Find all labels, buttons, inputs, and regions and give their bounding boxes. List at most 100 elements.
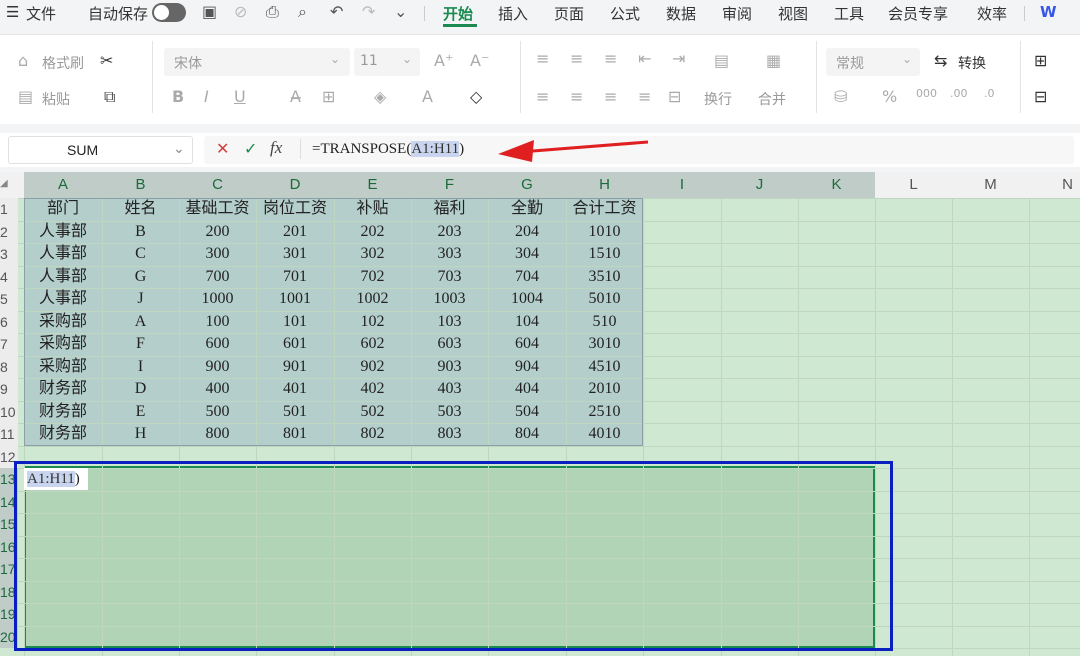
wps-ai-logo[interactable]: W: [1040, 3, 1057, 21]
tab-review[interactable]: 审阅: [722, 3, 752, 24]
row-header[interactable]: 11: [0, 423, 18, 446]
conditional-format-icon[interactable]: ⊞: [1034, 51, 1047, 70]
row-header[interactable]: 7: [0, 333, 18, 356]
table-cell[interactable]: 400: [179, 378, 256, 401]
table-cell[interactable]: 102: [334, 311, 411, 334]
table-cell[interactable]: 200: [179, 221, 256, 244]
table-cell[interactable]: 403: [411, 378, 488, 401]
table-cell[interactable]: 201: [256, 221, 334, 244]
print-icon[interactable]: ⎙: [266, 3, 279, 21]
strikethrough-icon[interactable]: A̶: [290, 87, 301, 106]
table-cell[interactable]: 姓名: [102, 198, 179, 221]
border-icon[interactable]: ⊞: [322, 87, 335, 106]
formula-input[interactable]: =TRANSPOSE(A1:H11): [312, 141, 464, 158]
align-middle-icon[interactable]: ≡: [570, 49, 583, 68]
table-cell[interactable]: 802: [334, 423, 411, 446]
table-cell[interactable]: 2010: [566, 378, 643, 401]
format-painter-icon[interactable]: ⌂: [18, 51, 28, 70]
table-cell[interactable]: 采购部: [24, 311, 102, 334]
undo-icon[interactable]: ↶: [330, 3, 343, 21]
column-header[interactable]: I: [643, 172, 721, 198]
table-cell[interactable]: 1510: [566, 243, 643, 266]
column-header[interactable]: E: [334, 172, 411, 198]
save-icon[interactable]: ▣: [202, 3, 217, 21]
indent-decrease-icon[interactable]: ⇤: [638, 49, 651, 68]
row-header[interactable]: 9: [0, 378, 18, 401]
table-cell[interactable]: 人事部: [24, 243, 102, 266]
table-cell[interactable]: 704: [488, 266, 566, 289]
table-cell[interactable]: B: [102, 221, 179, 244]
table-cell[interactable]: 301: [256, 243, 334, 266]
table-cell[interactable]: 基础工资: [179, 198, 256, 221]
table-cell[interactable]: 101: [256, 311, 334, 334]
row-header[interactable]: 3: [0, 243, 18, 266]
table-cell[interactable]: 2510: [566, 401, 643, 424]
align-left-icon[interactable]: ≡: [536, 87, 549, 106]
table-cell[interactable]: 合计工资: [566, 198, 643, 221]
table-cell[interactable]: 800: [179, 423, 256, 446]
row-header[interactable]: 4: [0, 265, 18, 288]
row-header[interactable]: 2: [0, 220, 18, 243]
table-cell[interactable]: 503: [411, 401, 488, 424]
row-header[interactable]: 6: [0, 310, 18, 333]
table-cell[interactable]: G: [102, 266, 179, 289]
tab-insert[interactable]: 插入: [498, 3, 528, 24]
table-cell[interactable]: 502: [334, 401, 411, 424]
table-cell[interactable]: 304: [488, 243, 566, 266]
increase-decimal-icon[interactable]: .00: [950, 87, 968, 100]
column-header[interactable]: D: [256, 172, 334, 198]
table-cell[interactable]: 1001: [256, 288, 334, 311]
table-cell[interactable]: 903: [411, 356, 488, 379]
table-cell[interactable]: 财务部: [24, 423, 102, 446]
table-style-icon[interactable]: ⊟: [1034, 87, 1047, 106]
merge-label[interactable]: 合并: [758, 89, 786, 109]
table-cell[interactable]: 1010: [566, 221, 643, 244]
table-cell[interactable]: 人事部: [24, 221, 102, 244]
table-cell[interactable]: 5010: [566, 288, 643, 311]
tab-formulas[interactable]: 公式: [610, 3, 640, 24]
table-cell[interactable]: D: [102, 378, 179, 401]
underline-icon[interactable]: U: [234, 87, 246, 106]
table-cell[interactable]: 702: [334, 266, 411, 289]
table-cell[interactable]: 902: [334, 356, 411, 379]
align-top-icon[interactable]: ≡: [536, 49, 549, 68]
table-cell[interactable]: 1000: [179, 288, 256, 311]
column-header[interactable]: B: [102, 172, 179, 198]
distribute-icon[interactable]: ⊟: [668, 87, 681, 106]
copy-icon[interactable]: ⧉: [104, 87, 115, 107]
share-icon[interactable]: ⊘: [234, 3, 247, 21]
table-cell[interactable]: 3510: [566, 266, 643, 289]
table-cell[interactable]: 1004: [488, 288, 566, 311]
hamburger-icon[interactable]: ☰: [6, 3, 19, 21]
column-header[interactable]: J: [721, 172, 798, 198]
table-cell[interactable]: 岗位工资: [256, 198, 334, 221]
table-cell[interactable]: 303: [411, 243, 488, 266]
table-cell[interactable]: 300: [179, 243, 256, 266]
align-center-icon[interactable]: ≡: [570, 87, 583, 106]
column-header[interactable]: G: [488, 172, 566, 198]
font-color-icon[interactable]: A: [422, 87, 433, 106]
column-header[interactable]: H: [566, 172, 643, 198]
column-header[interactable]: K: [798, 172, 875, 198]
table-cell[interactable]: 510: [566, 311, 643, 334]
table-cell[interactable]: 904: [488, 356, 566, 379]
cancel-icon[interactable]: ✕: [216, 139, 229, 158]
table-cell[interactable]: I: [102, 356, 179, 379]
justify-icon[interactable]: ≡: [638, 87, 651, 106]
table-cell[interactable]: 601: [256, 333, 334, 356]
table-cell[interactable]: 901: [256, 356, 334, 379]
fill-color-icon[interactable]: ◈: [374, 87, 386, 106]
table-cell[interactable]: 采购部: [24, 356, 102, 379]
table-cell[interactable]: E: [102, 401, 179, 424]
cut-icon[interactable]: ✂: [100, 51, 113, 70]
increase-font-icon[interactable]: A⁺: [434, 51, 453, 70]
table-cell[interactable]: 103: [411, 311, 488, 334]
format-painter-label[interactable]: 格式刷: [42, 53, 84, 73]
percent-icon[interactable]: %: [882, 87, 897, 106]
row-header[interactable]: 1: [0, 198, 18, 221]
table-cell[interactable]: 人事部: [24, 266, 102, 289]
merge-icon[interactable]: ▦: [766, 51, 781, 70]
align-right-icon[interactable]: ≡: [604, 87, 617, 106]
font-select[interactable]: 宋体 ⌄: [164, 48, 350, 76]
spreadsheet-grid[interactable]: A B C D E F G H I J K L M N ◢ 部门 姓名 基础工资 岗位工资 补贴 福利 全勤 合计工资 人事…: [0, 172, 1080, 656]
